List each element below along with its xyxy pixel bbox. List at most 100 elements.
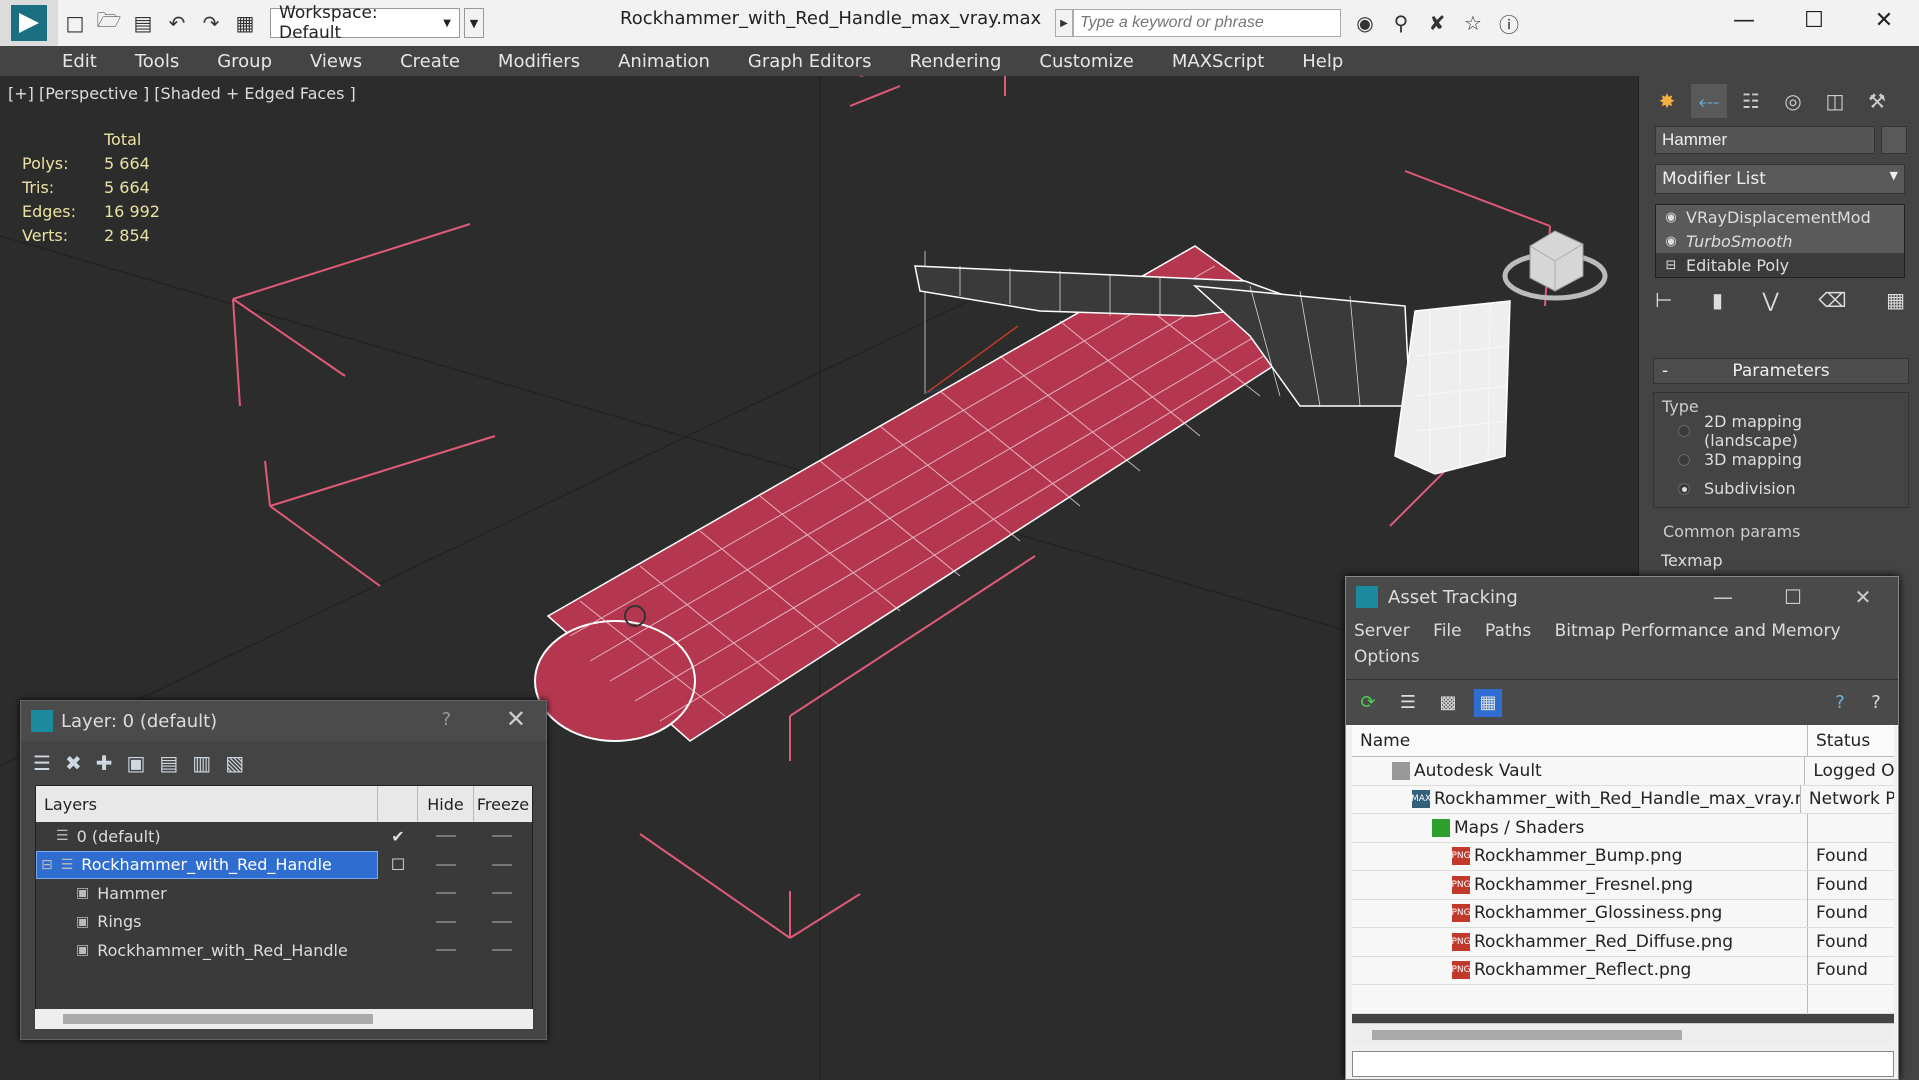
tools-icon[interactable]: ✘ xyxy=(1422,8,1452,38)
radio-button[interactable] xyxy=(1678,453,1690,466)
menu-help[interactable]: Help xyxy=(1302,51,1343,72)
layer-row[interactable]: ⊟ ☰ Rockhammer_with_Red_Handle ☐ xyxy=(36,850,532,880)
modify-tab-icon[interactable]: ⤎ xyxy=(1691,84,1727,118)
configure-modifier-sets-icon[interactable]: ▦ xyxy=(1886,288,1905,312)
search-expand-icon[interactable]: ▶ xyxy=(1055,9,1073,37)
modifier-list-dropdown[interactable]: Modifier List ▼ xyxy=(1655,164,1905,194)
menu-options[interactable]: Options xyxy=(1354,647,1420,667)
create-tab-icon[interactable]: ✸ xyxy=(1649,84,1685,118)
help-icon[interactable]: ? xyxy=(441,709,451,730)
freeze-toggle[interactable] xyxy=(474,949,530,952)
current-layer-checkmark-icon[interactable]: ✔ xyxy=(378,827,418,846)
close-icon[interactable]: ✕ xyxy=(1849,0,1919,40)
menu-file[interactable]: File xyxy=(1433,621,1461,641)
radio-button[interactable] xyxy=(1678,482,1690,495)
radio-2d-mapping[interactable]: 2D mapping (landscape) xyxy=(1662,412,1900,450)
menu-create[interactable]: Create xyxy=(400,51,460,72)
binoculars-icon[interactable]: ◉ xyxy=(1350,8,1380,38)
scrollbar-thumb[interactable] xyxy=(63,1014,373,1024)
hide-toggle[interactable] xyxy=(418,863,474,866)
stack-item-editable-poly[interactable]: ⊟ Editable Poly xyxy=(1656,253,1904,277)
workspace-dropdown[interactable]: Workspace: Default ▼ xyxy=(270,3,460,43)
key-icon[interactable]: ⚲ xyxy=(1386,8,1416,38)
column-freeze[interactable]: Freeze xyxy=(474,786,532,822)
menu-graph-editors[interactable]: Graph Editors xyxy=(748,51,872,72)
asset-row[interactable]: MAX Rockhammer_with_Red_Handle_max_vray.m… xyxy=(1352,785,1894,814)
help-icon[interactable]: ⓘ xyxy=(1494,8,1524,38)
menu-maxscript[interactable]: MAXScript xyxy=(1172,51,1264,72)
help-info-icon[interactable]: ? xyxy=(1862,689,1890,717)
lightbulb-icon[interactable]: ◉ xyxy=(1656,210,1686,225)
asset-row[interactable]: Autodesk Vault Logged O xyxy=(1352,756,1894,786)
close-icon[interactable]: ✕ xyxy=(506,705,526,733)
stack-item-vray-displacement[interactable]: ◉ VRayDisplacementMod xyxy=(1656,205,1904,229)
workspace-menu-icon[interactable]: ▼ xyxy=(464,8,484,38)
project-icon[interactable]: ▦ xyxy=(228,6,262,40)
remove-modifier-icon[interactable]: ⌫ xyxy=(1818,288,1846,312)
menu-edit[interactable]: Edit xyxy=(62,51,97,72)
search-input[interactable] xyxy=(1073,9,1341,37)
maximize-icon[interactable]: ☐ xyxy=(1758,577,1828,617)
hierarchy-tab-icon[interactable]: ☷ xyxy=(1733,84,1769,118)
scrollbar-thumb[interactable] xyxy=(1372,1030,1682,1040)
freeze-toggle[interactable] xyxy=(474,920,530,923)
hide-toggle[interactable] xyxy=(418,835,474,838)
menu-group[interactable]: Group xyxy=(217,51,272,72)
asset-row[interactable]: PNG Rockhammer_Red_Diffuse.png Found xyxy=(1352,927,1894,957)
new-file-icon[interactable]: □ xyxy=(58,6,92,40)
column-hide[interactable]: Hide xyxy=(418,786,474,822)
menu-tools[interactable]: Tools xyxy=(135,51,179,72)
table-view-icon[interactable]: ▦ xyxy=(1474,688,1502,717)
highlight-layer-icon[interactable]: ▤ xyxy=(159,751,178,775)
layers-icon[interactable]: ☰ xyxy=(33,751,51,775)
menu-animation[interactable]: Animation xyxy=(618,51,710,72)
freeze-toggle[interactable] xyxy=(474,835,530,838)
viewport-label[interactable]: [+] [Perspective ] [Shaded + Edged Faces… xyxy=(8,84,356,103)
lightbulb-icon[interactable]: ◉ xyxy=(1656,234,1686,249)
thumbnail-view-icon[interactable]: ▩ xyxy=(1434,689,1462,717)
horizontal-scrollbar[interactable] xyxy=(35,1009,533,1029)
expand-icon[interactable]: ⊟ xyxy=(1656,258,1686,273)
column-status[interactable]: Status xyxy=(1808,731,1870,751)
hide-toggle[interactable] xyxy=(418,892,474,895)
make-unique-icon[interactable]: ⋁ xyxy=(1762,288,1778,312)
asset-row[interactable]: PNG Rockhammer_Reflect.png Found xyxy=(1352,956,1894,985)
object-color-swatch[interactable] xyxy=(1881,126,1907,154)
menu-server[interactable]: Server xyxy=(1354,621,1410,641)
menu-paths[interactable]: Paths xyxy=(1485,621,1531,641)
menu-bitmap-performance[interactable]: Bitmap Performance and Memory xyxy=(1555,621,1841,641)
minimize-icon[interactable]: — xyxy=(1688,577,1758,617)
hide-toggle[interactable] xyxy=(418,920,474,923)
delete-layer-icon[interactable]: ✖ xyxy=(65,751,82,775)
star-icon[interactable]: ☆ xyxy=(1458,8,1488,38)
menu-customize[interactable]: Customize xyxy=(1039,51,1133,72)
menu-modifiers[interactable]: Modifiers xyxy=(498,51,580,72)
refresh-icon[interactable]: ⟳ xyxy=(1354,689,1382,717)
app-logo-icon[interactable] xyxy=(0,0,58,46)
help-icon[interactable]: ? xyxy=(1826,689,1854,717)
column-name[interactable]: Name xyxy=(1352,724,1808,757)
menu-views[interactable]: Views xyxy=(310,51,362,72)
motion-tab-icon[interactable]: ◎ xyxy=(1775,84,1811,118)
expand-icon[interactable]: ⊟ xyxy=(41,857,53,873)
menu-rendering[interactable]: Rendering xyxy=(909,51,1001,72)
column-layers[interactable]: Layers xyxy=(36,786,378,822)
freeze-toggle[interactable] xyxy=(474,892,530,895)
list-view-icon[interactable]: ☰ xyxy=(1394,689,1422,717)
redo-icon[interactable]: ↷ xyxy=(194,6,228,40)
asset-dialog-titlebar[interactable]: Asset Tracking — ☐ ✕ xyxy=(1346,577,1898,617)
utilities-tab-icon[interactable]: ⚒ xyxy=(1859,84,1895,118)
maximize-icon[interactable]: ☐ xyxy=(1779,0,1849,40)
radio-subdivision[interactable]: Subdivision xyxy=(1662,474,1900,503)
set-current-checkbox[interactable]: ☐ xyxy=(378,855,418,874)
display-tab-icon[interactable]: ◫ xyxy=(1817,84,1853,118)
asset-row[interactable]: PNG Rockhammer_Bump.png Found xyxy=(1352,842,1894,871)
hide-layer-icon[interactable]: ▥ xyxy=(192,751,211,775)
freeze-toggle[interactable] xyxy=(474,863,530,866)
asset-row[interactable]: PNG Rockhammer_Fresnel.png Found xyxy=(1352,870,1894,900)
save-icon[interactable]: ▤ xyxy=(126,6,160,40)
radio-button[interactable] xyxy=(1678,424,1690,437)
parameters-header[interactable]: - Parameters xyxy=(1653,358,1909,384)
horizontal-scrollbar[interactable] xyxy=(1352,1023,1894,1045)
object-name-field[interactable] xyxy=(1655,126,1875,154)
